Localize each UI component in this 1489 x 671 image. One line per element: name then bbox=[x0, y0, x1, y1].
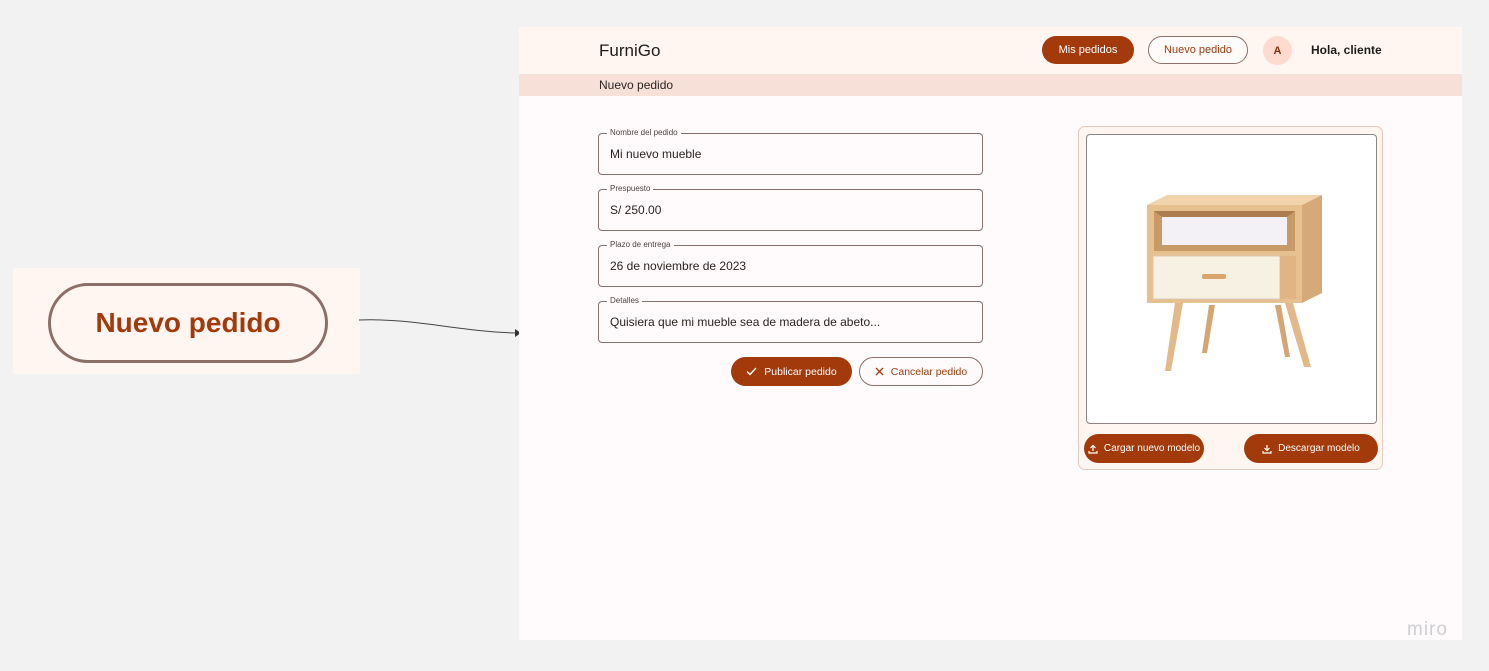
check-icon bbox=[746, 367, 757, 376]
field-label: Prespuesto bbox=[607, 183, 654, 195]
field-value[interactable]: Mi nuevo mueble bbox=[610, 147, 701, 161]
app-screen: FurniGo Mis pedidos Nuevo pedido A Hola,… bbox=[519, 27, 1462, 640]
field-label: Detalles bbox=[607, 295, 642, 307]
callout-card: Nuevo pedido bbox=[13, 268, 360, 374]
connector-arrow bbox=[358, 319, 521, 337]
miro-watermark: miro bbox=[1407, 619, 1448, 640]
download-icon bbox=[1262, 444, 1272, 454]
greeting-label: Hola, cliente bbox=[1311, 43, 1382, 57]
descargar-modelo-button[interactable]: Descargar modelo bbox=[1244, 434, 1378, 463]
top-app-bar: FurniGo Mis pedidos Nuevo pedido A Hola,… bbox=[519, 27, 1462, 74]
cargar-modelo-button[interactable]: Cargar nuevo modelo bbox=[1084, 434, 1204, 463]
model-preview-card: Cargar nuevo modelo Descargar modelo bbox=[1078, 126, 1383, 470]
cancel-label: Cancelar pedido bbox=[890, 365, 968, 378]
field-value[interactable]: 26 de noviembre de 2023 bbox=[610, 259, 746, 273]
upload-label: Cargar nuevo modelo bbox=[1103, 443, 1201, 454]
close-icon bbox=[875, 367, 884, 376]
field-value[interactable]: Quisiera que mi mueble sea de madera de … bbox=[610, 315, 880, 329]
page-title: Nuevo pedido bbox=[599, 78, 674, 92]
breadcrumb: Nuevo pedido bbox=[519, 74, 1462, 96]
publicar-pedido-button[interactable]: Publicar pedido bbox=[731, 357, 852, 386]
nuevo-pedido-button[interactable]: Nuevo pedido bbox=[1148, 36, 1248, 64]
field-label: Plazo de entrega bbox=[607, 239, 674, 251]
mis-pedidos-button[interactable]: Mis pedidos bbox=[1042, 36, 1134, 64]
avatar[interactable]: A bbox=[1263, 36, 1292, 65]
detalles-field[interactable]: Detalles Quisiera que mi mueble sea de m… bbox=[598, 295, 983, 343]
plazo-entrega-field[interactable]: Plazo de entrega 26 de noviembre de 2023 bbox=[598, 239, 983, 287]
presupuesto-field[interactable]: Prespuesto S/ 250.00 bbox=[598, 183, 983, 231]
publish-label: Publicar pedido bbox=[764, 365, 837, 378]
field-label: Nombre del pedido bbox=[607, 127, 681, 139]
model-viewer[interactable] bbox=[1086, 134, 1377, 424]
nightstand-model-image bbox=[1147, 195, 1322, 371]
callout-nuevo-pedido: Nuevo pedido bbox=[48, 283, 328, 363]
download-label: Descargar modelo bbox=[1278, 443, 1360, 454]
field-value[interactable]: S/ 250.00 bbox=[610, 203, 661, 217]
cancelar-pedido-button[interactable]: Cancelar pedido bbox=[859, 357, 983, 386]
brand-logo[interactable]: FurniGo bbox=[599, 41, 660, 61]
upload-icon bbox=[1088, 444, 1098, 454]
nombre-pedido-field[interactable]: Nombre del pedido Mi nuevo mueble bbox=[598, 127, 983, 175]
